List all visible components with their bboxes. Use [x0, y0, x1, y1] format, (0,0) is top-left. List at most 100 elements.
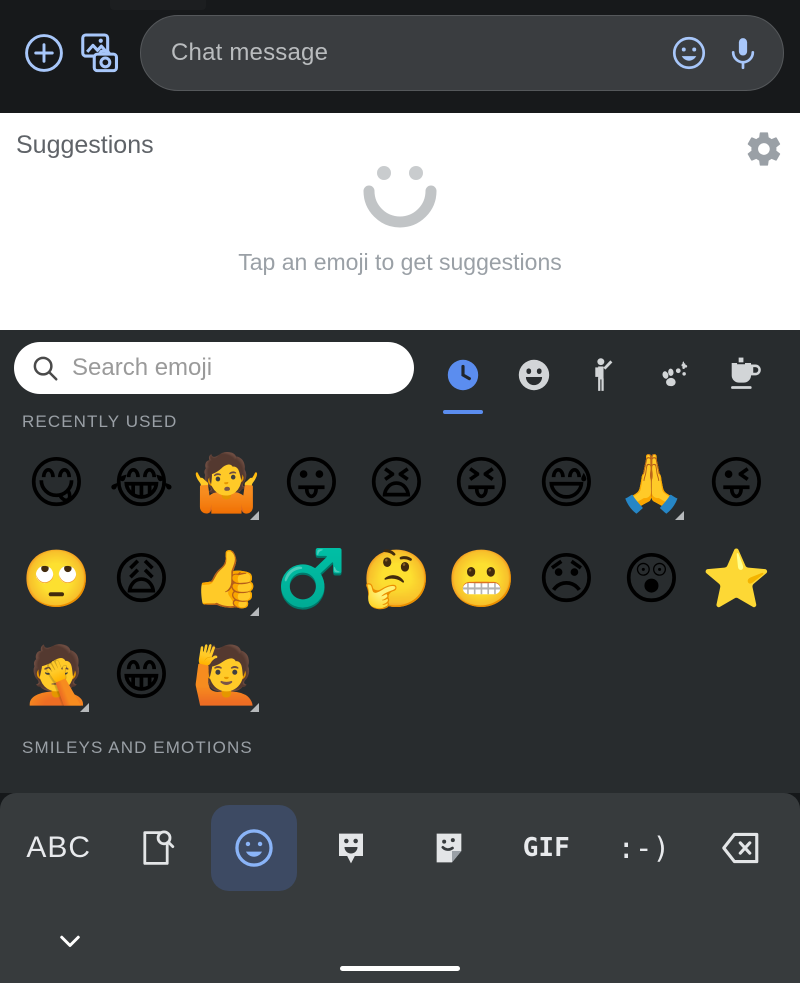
chevron-down-icon [52, 923, 88, 959]
emoji-row: 🙄 😩 👍 ♂️ 🤔 😬 😞 😲 ⭐ [14, 532, 786, 628]
emoji-glyph: 😝 [452, 451, 511, 516]
emoji-glyph: 🙏 [616, 451, 687, 516]
add-attachment-button[interactable] [16, 25, 72, 81]
emoji-squinting-face-with-tongue[interactable]: 😝 [439, 436, 524, 532]
emoji-button[interactable] [210, 805, 297, 891]
emoji-face-with-rolling-eyes[interactable]: 🙄 [14, 532, 99, 628]
hide-keyboard-button[interactable] [52, 923, 88, 959]
keyboard-top-row: Search emoji [0, 330, 800, 414]
suggestions-empty-text: Tap an emoji to get suggestions [238, 249, 562, 275]
backspace-button[interactable] [698, 805, 784, 891]
emoji-grinning-face-with-sweat[interactable]: 😅 [524, 436, 609, 532]
variant-indicator-icon [250, 511, 259, 520]
emoji-beaming-face-with-smiling-eyes[interactable]: 😁 [99, 628, 184, 724]
emoji-person-facepalming[interactable]: 🤦 [14, 628, 99, 724]
emoji-glyph: 😫 [367, 451, 426, 516]
emoji-astonished-face[interactable]: 😲 [609, 532, 694, 628]
backspace-icon [719, 826, 763, 870]
emoji-glyph: ♂️ [276, 547, 347, 612]
emoji-face-icon [232, 826, 276, 870]
emoji-glyph: 🙄 [21, 547, 92, 612]
search-input[interactable]: Search emoji [14, 342, 414, 394]
abc-keyboard-button[interactable]: ABC [16, 805, 102, 891]
emoji-star[interactable]: ⭐ [694, 532, 779, 628]
variant-indicator-icon [80, 703, 89, 712]
universal-search-button[interactable] [113, 805, 199, 891]
emoji-glyph: 🤷 [191, 451, 262, 516]
emoji-thinking-face[interactable]: 🤔 [354, 532, 439, 628]
partial-cutoff-element [110, 0, 206, 10]
keyboard-action-bar: ABC GIF:-) [0, 793, 800, 903]
emoji-glyph: 😩 [112, 547, 171, 612]
gallery-button[interactable] [72, 25, 128, 81]
emoji-face-with-tears-of-joy[interactable]: 😂 [99, 436, 184, 532]
emoji-glyph: 😁 [112, 643, 171, 708]
emoji-glyph: 😛 [282, 451, 341, 516]
emoji-row: 🤦 😁 🙋 [14, 628, 786, 724]
document-search-icon [135, 827, 177, 869]
emoji-disappointed-face[interactable]: 😞 [524, 532, 609, 628]
search-input-placeholder: Search emoji [72, 354, 213, 381]
emoji-winking-face-with-tongue[interactable]: 😜 [694, 436, 779, 532]
variant-indicator-icon [250, 607, 259, 616]
emoji-face-with-tongue[interactable]: 😛 [269, 436, 354, 532]
emoji-person-shrugging[interactable]: 🤷 [184, 436, 269, 532]
emoji-grimacing-face[interactable]: 😬 [439, 532, 524, 628]
paw-flower-icon [655, 356, 693, 394]
home-indicator[interactable] [340, 966, 460, 971]
chat-message-input[interactable]: Chat message [140, 14, 784, 91]
clock-icon [444, 356, 482, 394]
tab-recently-used[interactable] [434, 346, 492, 414]
image-camera-icon [77, 30, 123, 76]
emoji-glyph: 🙋 [191, 643, 262, 708]
emoji-thumbs-up[interactable]: 👍 [184, 532, 269, 628]
emoji-glyph: 😞 [537, 547, 596, 612]
navigation-area [0, 903, 800, 983]
gif-label: GIF [522, 833, 570, 863]
emoji-row: 😋 😂 🤷 😛 😫 😝 😅 🙏 😜 [14, 436, 786, 532]
sticker-face-icon [331, 828, 371, 868]
plus-circle-icon [22, 31, 66, 75]
emoji-tired-face[interactable]: 😫 [354, 436, 439, 532]
emoji-glyph: 🤔 [361, 547, 432, 612]
emoji-face-icon[interactable] [667, 31, 711, 75]
emoji-weary-face[interactable]: 😩 [99, 532, 184, 628]
microphone-icon[interactable] [721, 31, 765, 75]
emoji-keyboard-panel: Search emoji RECENTLY USED 😋 😂 🤷 😛 😫 😝 😅… [0, 330, 800, 793]
search-icon [30, 353, 60, 383]
emoji-glyph: 😂 [108, 451, 175, 516]
tab-animals-and-nature[interactable] [645, 346, 703, 404]
emoticon-button[interactable]: :-) [601, 805, 687, 891]
suggestions-panel: Suggestions Tap an emoji to get suggesti… [0, 113, 800, 330]
sticker-note-icon [429, 828, 469, 868]
emoji-glyph: 😬 [446, 547, 517, 612]
active-tab-underline [443, 410, 484, 414]
variant-indicator-icon [675, 511, 684, 520]
section-label-smileys-and-emotions: SMILEYS AND EMOTIONS [22, 738, 253, 757]
emoji-person-raising-hand[interactable]: 🙋 [184, 628, 269, 724]
tab-people[interactable] [575, 346, 633, 404]
emoji-kitchen-button[interactable] [308, 805, 394, 891]
tab-food-and-drink[interactable] [716, 346, 774, 404]
category-tabs [414, 342, 786, 414]
emoji-glyph: 🤦 [21, 643, 92, 708]
emoji-grid: 😋 😂 🤷 😛 😫 😝 😅 🙏 😜 🙄 😩 👍 ♂️ 🤔 😬 😞 😲 ⭐ 🤦 😁… [0, 432, 800, 724]
emoji-glyph: 😋 [27, 451, 86, 516]
emoji-folded-hands[interactable]: 🙏 [609, 436, 694, 532]
emoticon-label: :-) [617, 831, 670, 865]
emoji-keyboard-screen: Chat message Suggestions Tap an emoji to… [0, 0, 800, 983]
tab-smileys-and-emotions[interactable] [505, 346, 563, 404]
emoji-glyph: ⭐ [701, 547, 772, 612]
emoji-face-savoring-food[interactable]: 😋 [14, 436, 99, 532]
gif-button[interactable]: GIF [503, 805, 589, 891]
emoji-male-sign[interactable]: ♂️ [269, 532, 354, 628]
cup-icon [726, 356, 764, 394]
emoji-glyph: 👍 [191, 547, 262, 612]
stickers-button[interactable] [406, 805, 492, 891]
suggestions-title: Suggestions [16, 131, 154, 159]
smiley-face-icon [515, 356, 553, 394]
person-raising-hand-icon [585, 356, 623, 394]
emoji-glyph: 😲 [622, 547, 681, 612]
chat-input-placeholder: Chat message [171, 38, 329, 66]
compose-bar: Chat message [0, 0, 800, 113]
